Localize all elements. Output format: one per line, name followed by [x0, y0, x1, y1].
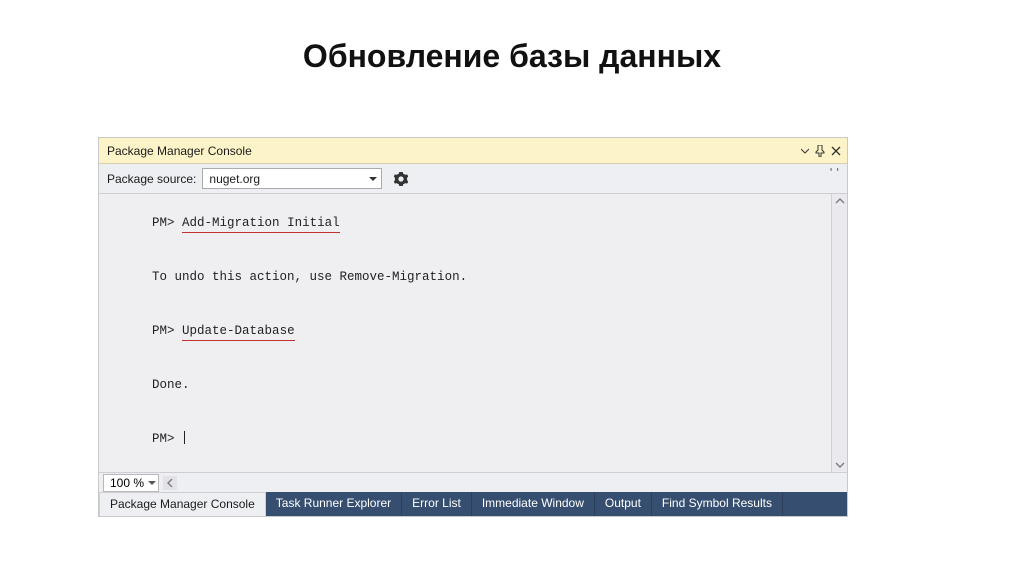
- console-line: Done.: [107, 358, 841, 412]
- console-text: Done.: [152, 378, 190, 392]
- settings-button[interactable]: [390, 168, 412, 190]
- scroll-left-button[interactable]: [163, 476, 177, 490]
- scroll-up-icon: [835, 196, 845, 206]
- pin-icon[interactable]: [815, 145, 825, 157]
- chevron-left-icon: [166, 479, 174, 487]
- tab-immediate-window[interactable]: Immediate Window: [472, 492, 595, 516]
- tab-find-symbol-results[interactable]: Find Symbol Results: [652, 492, 783, 516]
- toolbar-overflow-marker: '': [828, 166, 841, 179]
- package-source-label: Package source:: [107, 172, 196, 186]
- page-title: Обновление базы данных: [0, 0, 1024, 75]
- vertical-scrollbar[interactable]: [831, 194, 847, 472]
- chevron-down-icon: [369, 175, 377, 183]
- zoom-value: 100 %: [110, 476, 144, 490]
- package-manager-console-window: Package Manager Console Package source: …: [98, 137, 848, 517]
- console-text: To undo this action, use Remove-Migratio…: [152, 270, 467, 284]
- tab-error-list[interactable]: Error List: [402, 492, 472, 516]
- console-command: Add-Migration Initial: [182, 214, 340, 232]
- package-source-dropdown[interactable]: nuget.org: [202, 168, 382, 189]
- console-line: PM>: [107, 412, 841, 466]
- chevron-down-icon: [148, 479, 156, 487]
- panel-controls: [801, 145, 841, 157]
- text-cursor: [184, 431, 185, 444]
- tab-package-manager-console[interactable]: Package Manager Console: [99, 492, 266, 516]
- tab-task-runner-explorer[interactable]: Task Runner Explorer: [266, 492, 402, 516]
- console-prompt: PM>: [152, 432, 175, 446]
- console-output[interactable]: PM> Add-Migration Initial To undo this a…: [99, 194, 847, 472]
- zoom-dropdown[interactable]: 100 %: [103, 474, 159, 492]
- gear-icon: [394, 172, 408, 186]
- panel-titlebar: Package Manager Console: [99, 138, 847, 164]
- console-prompt: PM>: [152, 324, 175, 338]
- tab-output[interactable]: Output: [595, 492, 652, 516]
- bottom-tabs: Package Manager Console Task Runner Expl…: [99, 492, 847, 516]
- package-source-value: nuget.org: [209, 172, 369, 186]
- horizontal-scrollbar[interactable]: [163, 476, 847, 490]
- console-line: PM> Update-Database: [107, 304, 841, 358]
- panel-toolbar: Package source: nuget.org '': [99, 164, 847, 194]
- console-prompt: PM>: [152, 216, 175, 230]
- console-footer: 100 %: [99, 472, 847, 492]
- console-command: Update-Database: [182, 322, 295, 340]
- console-line: PM> Add-Migration Initial: [107, 196, 841, 250]
- close-icon[interactable]: [831, 146, 841, 156]
- dropdown-arrow-icon[interactable]: [801, 147, 809, 155]
- scroll-down-icon: [835, 460, 845, 470]
- console-line: To undo this action, use Remove-Migratio…: [107, 250, 841, 304]
- tabs-filler: [783, 492, 847, 516]
- panel-title: Package Manager Console: [107, 144, 801, 158]
